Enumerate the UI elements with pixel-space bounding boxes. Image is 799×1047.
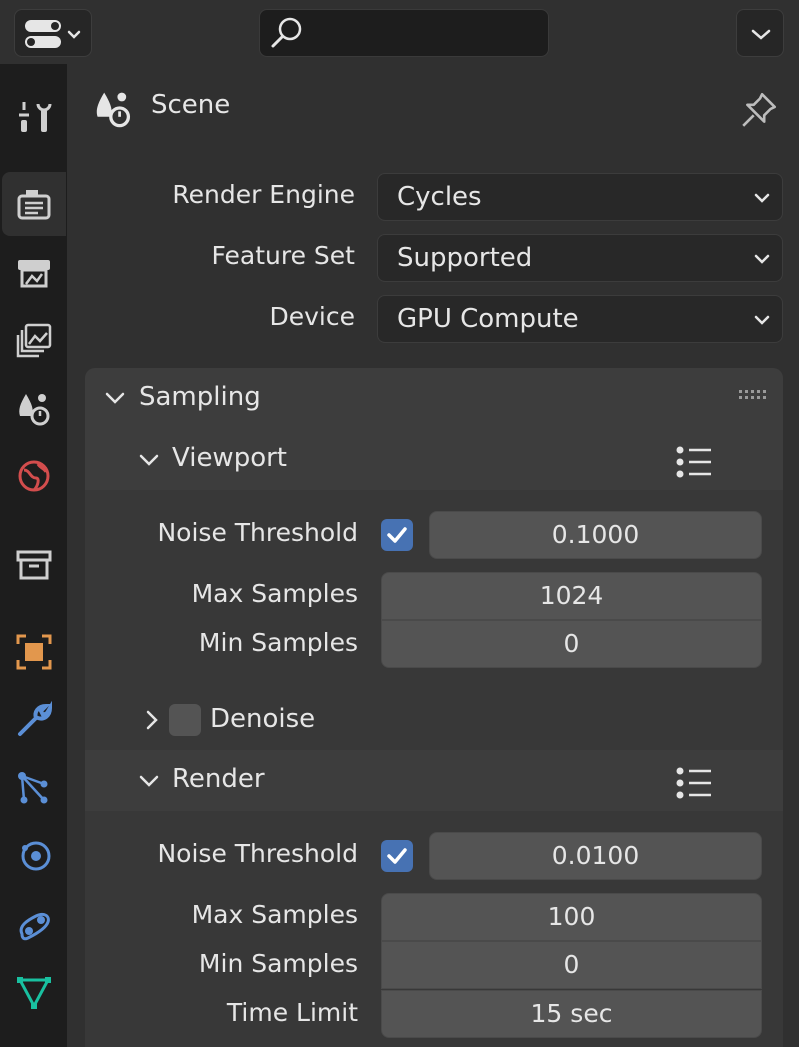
tab-physics[interactable] — [2, 824, 66, 888]
checkmark-icon — [387, 848, 407, 864]
world-icon — [18, 460, 50, 492]
chevron-down-icon — [754, 193, 770, 203]
denoise-checkbox[interactable] — [169, 704, 201, 736]
chevron-down-icon — [754, 254, 770, 264]
tab-output[interactable] — [2, 240, 66, 304]
chevron-down-icon — [754, 315, 770, 325]
scene-icon — [96, 92, 131, 128]
pin-icon[interactable] — [739, 88, 781, 130]
tab-scene[interactable] — [2, 376, 66, 440]
object-icon — [16, 634, 52, 670]
properties-tab-bar — [0, 64, 67, 1047]
render-noise-threshold-field[interactable]: 0.0100 — [429, 832, 762, 880]
breadcrumb-label: Scene — [151, 90, 231, 120]
tab-constraints[interactable] — [2, 892, 66, 956]
viewport-max-samples-label: Max Samples — [191, 579, 358, 608]
tool-icon — [19, 102, 52, 132]
feature-set-label: Feature Set — [211, 241, 355, 270]
header-menu-button[interactable] — [736, 9, 784, 57]
viewport-min-samples-field[interactable]: 0 — [381, 620, 762, 668]
properties-header — [0, 0, 799, 64]
render-engine-dropdown[interactable]: Cycles — [377, 173, 783, 221]
tab-view-layer[interactable] — [2, 308, 66, 372]
checkmark-icon — [387, 527, 407, 543]
render-min-samples-label: Min Samples — [198, 949, 358, 978]
presets-list-icon[interactable] — [675, 767, 713, 799]
viewport-noise-threshold-label: Noise Threshold — [157, 518, 358, 547]
chevron-down-icon — [751, 29, 771, 40]
particles-icon — [18, 772, 48, 804]
device-value: GPU Compute — [397, 304, 579, 334]
render-max-samples-field[interactable]: 100 — [381, 893, 762, 941]
tab-particles[interactable] — [2, 756, 66, 820]
tab-collection[interactable] — [2, 532, 66, 596]
render-min-samples-field[interactable]: 0 — [381, 941, 762, 989]
denoise-label[interactable]: Denoise — [210, 704, 315, 734]
view-layer-icon — [16, 323, 52, 358]
tab-render[interactable] — [2, 172, 66, 236]
drag-handle-icon[interactable] — [739, 390, 767, 402]
viewport-noise-threshold-checkbox[interactable] — [381, 519, 413, 551]
tab-modifiers[interactable] — [2, 688, 66, 752]
viewport-min-samples-label: Min Samples — [198, 628, 358, 657]
tab-tool[interactable] — [2, 84, 66, 148]
feature-set-value: Supported — [397, 243, 533, 273]
editor-type-icon — [25, 20, 81, 48]
sampling-panel-title[interactable]: Sampling — [139, 382, 261, 412]
render-icon — [17, 190, 51, 220]
render-engine-label: Render Engine — [172, 180, 355, 209]
output-icon — [18, 260, 50, 288]
chevron-down-icon[interactable] — [103, 386, 127, 410]
collection-icon — [16, 550, 52, 580]
render-time-limit-field[interactable]: 15 sec — [381, 990, 762, 1038]
search-input[interactable] — [259, 9, 549, 57]
device-dropdown[interactable]: GPU Compute — [377, 295, 783, 343]
chevron-down-icon[interactable] — [137, 448, 161, 472]
viewport-max-samples-field[interactable]: 1024 — [381, 572, 762, 620]
material-icon — [14, 1040, 54, 1047]
chevron-right-icon[interactable] — [140, 708, 164, 732]
properties-content: Scene Render Engine Cycles Feature Set S… — [67, 64, 799, 1047]
wrench-icon — [18, 700, 53, 736]
device-label: Device — [269, 302, 356, 331]
render-subpanel-title[interactable]: Render — [172, 764, 265, 794]
tab-material[interactable] — [2, 1028, 66, 1047]
editor-type-button[interactable] — [14, 9, 92, 57]
constraints-icon — [19, 912, 50, 941]
search-icon — [271, 17, 302, 48]
render-noise-threshold-label: Noise Threshold — [157, 839, 358, 868]
tab-world[interactable] — [2, 444, 66, 508]
scene-icon — [19, 394, 50, 426]
render-max-samples-label: Max Samples — [191, 900, 358, 929]
tab-data[interactable] — [2, 960, 66, 1024]
mesh-data-icon — [17, 977, 51, 1010]
feature-set-dropdown[interactable]: Supported — [377, 234, 783, 282]
chevron-down-icon[interactable] — [137, 769, 161, 793]
render-time-limit-label: Time Limit — [226, 998, 358, 1027]
tab-object[interactable] — [2, 620, 66, 684]
render-noise-threshold-checkbox[interactable] — [381, 840, 413, 872]
physics-icon — [21, 841, 51, 871]
render-engine-value: Cycles — [397, 182, 482, 212]
viewport-noise-threshold-field[interactable]: 0.1000 — [429, 511, 762, 559]
viewport-subpanel-title[interactable]: Viewport — [172, 443, 287, 473]
presets-list-icon[interactable] — [675, 446, 713, 478]
